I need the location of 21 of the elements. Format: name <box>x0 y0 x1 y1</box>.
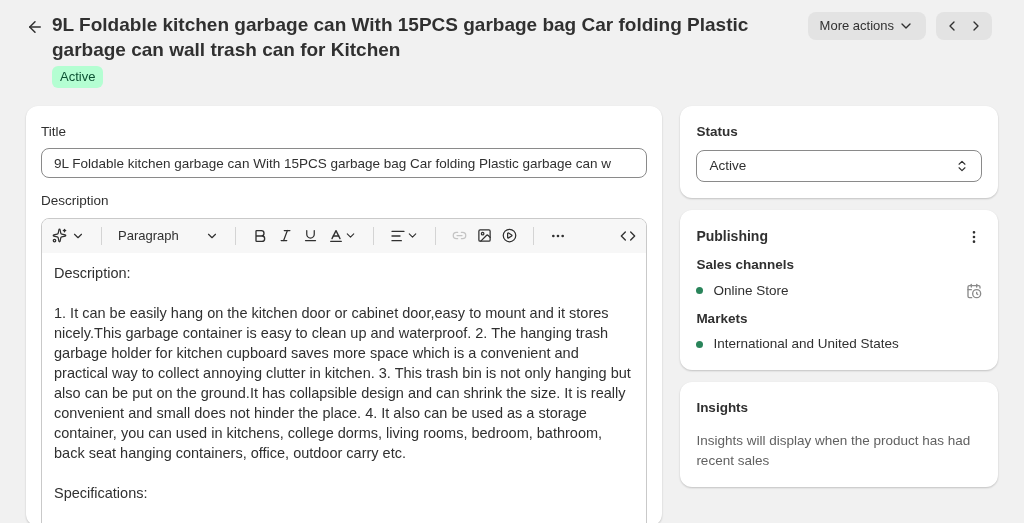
back-icon[interactable] <box>26 18 44 36</box>
more-actions-button[interactable]: More actions <box>807 12 926 40</box>
description-label: Description <box>41 192 110 211</box>
title-label: Title <box>41 123 67 141</box>
channel-name: Online Store <box>713 281 790 300</box>
description-paragraph: Specifications: <box>54 483 149 503</box>
title-input[interactable]: 9L Foldable kitchen garbage can With 15PCS garbage bag Car folding Plastic garbage can w <box>41 148 648 179</box>
product-title: 9L Foldable kitchen garbage can With 15PCS garbage bag Car folding Plastic garbage can wall trash can for Kitchen <box>52 13 750 62</box>
description-paragraph: 1. It can be easily hang on the kitchen door or cabinet door,easy to mount and it stores nicely.This garbage container is easy to clean up and waterproof. 2. The hanging trash garbage holder for kitchen cupboard saves more space which is a convenient and practical way to collect annoying clutter in kitchen. 3. This trash bin is not only hanging but also can be put on the ground.It has collapsible design and can shrink the size. It is really convenient and small does not hinder the place. 4. It also can be used as a storage container, you can used in kitchens, college dorms, living rooms, bedroom, bathroom, back seat hanging containers, office, outdoor carry etc. <box>54 303 632 463</box>
group-label: Markets <box>696 309 749 328</box>
status-label: Status <box>696 123 739 141</box>
description-paragraph: Description: <box>54 263 132 283</box>
insights-text: Insights will display when the product has had recent sales <box>696 431 972 470</box>
paragraph-dropdown[interactable]: Paragraph <box>114 225 223 246</box>
group-label: Sales channels <box>696 256 795 275</box>
status-badge: Active <box>52 66 104 88</box>
calendar-clock-icon[interactable] <box>966 282 982 299</box>
publishing-title: Publishing <box>696 227 768 247</box>
channel-name: International and United States <box>713 335 900 353</box>
insights-title: Insights <box>696 399 750 418</box>
status-select[interactable]: Active <box>696 150 982 183</box>
